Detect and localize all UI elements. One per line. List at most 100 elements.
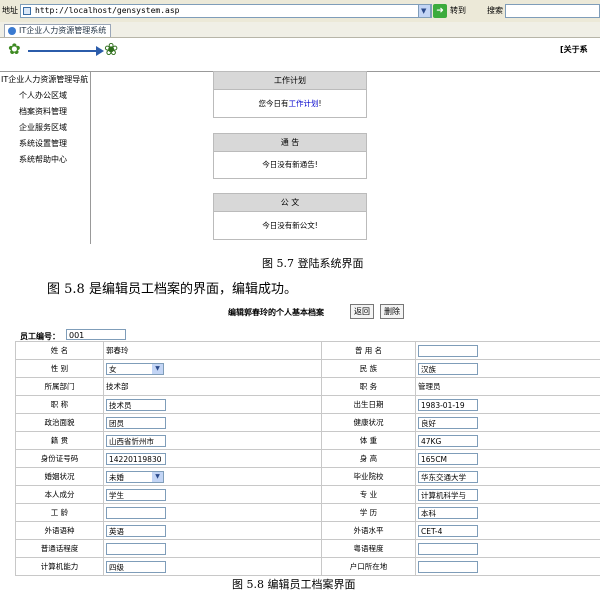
table-row: 职 称技术员 出生日期 1983-01-19 [15, 395, 600, 414]
field-label: 姓 名 [15, 341, 104, 360]
field-cell: 华东交通大学 [415, 467, 600, 486]
field-cell [415, 341, 600, 360]
field-input[interactable]: 14220119830 [106, 452, 166, 465]
about-link[interactable]: [关于系 [560, 44, 588, 55]
field-label: 外语水平 [321, 521, 416, 540]
field-input[interactable]: 良好 [418, 416, 478, 429]
field-label: 体 重 [321, 431, 416, 450]
field-label: 普通话程度 [15, 539, 104, 558]
field-label: 粤语程度 [321, 539, 416, 558]
figure-caption: 图 5.8 编辑员工档案界面 [232, 578, 356, 591]
table-row: 工 龄 学 历本科 [15, 503, 600, 522]
field-input[interactable]: 47KG [418, 434, 478, 447]
address-dropdown-button[interactable]: ▼ [418, 4, 431, 18]
field-cell: 英语 [103, 521, 322, 540]
field-cell: 团员 [103, 413, 322, 432]
field-input[interactable]: 四级 [106, 560, 166, 573]
field-cell: 良好 [415, 413, 600, 432]
work-plan-panel: 工作计划 您今日有工作计划! [213, 71, 367, 118]
panel-title: 工作计划 [214, 72, 366, 90]
field-input[interactable]: 团员 [106, 416, 166, 429]
field-label: 健康状况 [321, 413, 416, 432]
field-input[interactable]: 技术员 [106, 398, 166, 411]
field-cell: 管理员 [415, 377, 600, 396]
field-label: 学 历 [321, 503, 416, 522]
field-label: 户口所在地 [321, 557, 416, 576]
go-arrow-icon[interactable]: ➜ [433, 4, 447, 18]
nav-item-personal-office[interactable]: 个人办公区域 [19, 90, 67, 101]
field-value: 郭春玲 [106, 346, 129, 355]
field-cell [103, 503, 322, 522]
field-input[interactable]: 英语 [106, 524, 166, 537]
field-label: 职 称 [15, 395, 104, 414]
site-header [0, 38, 600, 72]
address-input[interactable]: http://localhost/gensystem.asp [20, 4, 432, 18]
panel-message: 您今日有工作计划! [258, 99, 322, 108]
field-cell: 汉族 [415, 359, 600, 378]
documents-panel: 公 文 今日没有新公文! [213, 193, 367, 240]
field-label: 外语语种 [15, 521, 104, 540]
field-label: 政治面貌 [15, 413, 104, 432]
field-cell: 学生 [103, 485, 322, 504]
table-row: 姓 名郭春玲 曾 用 名 [15, 341, 600, 360]
nav-item-system-settings[interactable]: 系统设置管理 [19, 138, 67, 149]
field-input[interactable] [106, 506, 166, 519]
nav-item-archive-management[interactable]: 档案资料管理 [19, 106, 67, 117]
field-input[interactable]: 山西省忻州市 [106, 434, 166, 447]
field-label: 身份证号码 [15, 449, 104, 468]
body-paragraph: 图 5.8 是编辑员工档案的界面，编辑成功。 [47, 282, 297, 297]
field-label: 曾 用 名 [321, 341, 416, 360]
select-value: 未婚 [109, 472, 124, 482]
browser-tab[interactable]: IT企业人力资源管理系统 [4, 24, 112, 37]
field-input[interactable] [106, 542, 166, 555]
field-cell: 郭春玲 [103, 341, 322, 360]
field-input[interactable]: 汉族 [418, 362, 478, 375]
panel-message: 今日没有新通告! [262, 160, 318, 169]
field-input[interactable]: 学生 [106, 488, 166, 501]
field-cell [415, 539, 600, 558]
form-title: 编辑郭春玲的个人基本档案 [228, 308, 324, 317]
field-cell: 女 ▼ [103, 359, 322, 378]
field-cell: 技术部 [103, 377, 322, 396]
field-input[interactable] [418, 560, 478, 573]
panel-title: 公 文 [214, 194, 366, 212]
go-button[interactable]: 转到 [450, 5, 466, 16]
field-cell: 165CM [415, 449, 600, 468]
field-cell: CET-4 [415, 521, 600, 540]
field-label: 工 龄 [15, 503, 104, 522]
field-input[interactable]: 计算机科学与 [418, 488, 478, 501]
search-input[interactable] [505, 4, 600, 18]
field-input[interactable]: 华东交通大学 [418, 470, 478, 483]
employee-number-input[interactable]: 001 [66, 329, 126, 340]
field-input[interactable]: 165CM [418, 452, 478, 465]
field-select[interactable]: 女 ▼ [106, 362, 164, 375]
table-row: 外语语种 英语 外语水平 CET-4 [15, 521, 600, 540]
logo-arrow-head-icon [96, 46, 104, 56]
field-input[interactable] [418, 542, 478, 555]
notice-panel: 通 告 今日没有新通告! [213, 133, 367, 179]
chevron-down-icon: ▼ [152, 363, 163, 374]
field-label: 籍 贯 [15, 431, 104, 450]
field-input[interactable] [418, 344, 478, 357]
field-input[interactable]: 本科 [418, 506, 478, 519]
back-button[interactable]: 返回 [350, 304, 374, 319]
field-label: 职 务 [321, 377, 416, 396]
leaf-logo-icon: ✿ [8, 40, 21, 58]
panel-title: 通 告 [214, 134, 366, 152]
field-input[interactable]: 1983-01-19 [418, 398, 478, 411]
search-label: 搜索 [487, 6, 503, 15]
field-value: 管理员 [418, 382, 441, 391]
chevron-down-icon: ▼ [421, 7, 427, 15]
field-input[interactable]: CET-4 [418, 524, 478, 537]
field-cell: 计算机科学与 [415, 485, 600, 504]
nav-item-help-center[interactable]: 系统帮助中心 [19, 154, 67, 165]
field-select[interactable]: 未婚 ▼ [106, 470, 164, 483]
browser-tab-title: IT企业人力资源管理系统 [19, 26, 107, 35]
delete-button[interactable]: 删除 [380, 304, 404, 319]
field-label: 出生日期 [321, 395, 416, 414]
table-row: 籍 贯山西省忻州市 体 重 47KG [15, 431, 600, 450]
nav-item-enterprise-service[interactable]: 企业服务区域 [19, 122, 67, 133]
work-plan-link[interactable]: 工作计划 [288, 99, 318, 108]
field-cell: 47KG [415, 431, 600, 450]
table-row: 政治面貌 团员 健康状况 良好 [15, 413, 600, 432]
